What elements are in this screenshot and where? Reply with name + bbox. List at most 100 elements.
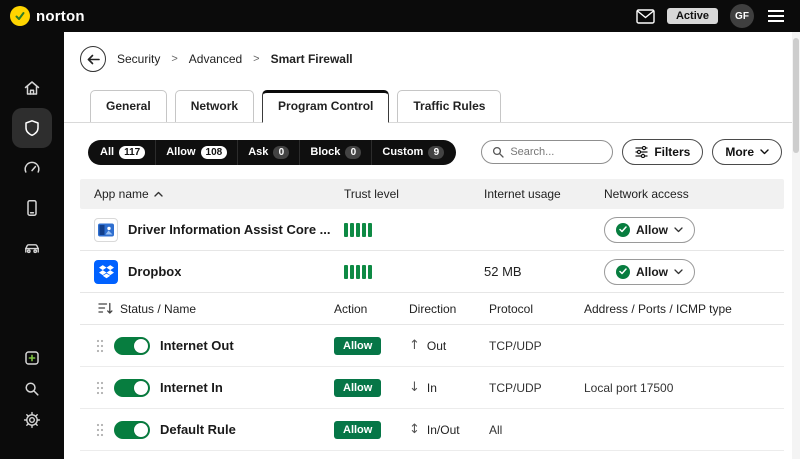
count-badge: 108 (201, 146, 228, 159)
rule-toggle[interactable] (114, 421, 150, 439)
app-name-header[interactable]: App name (94, 187, 344, 201)
count-badge: 0 (273, 146, 289, 159)
breadcrumb: Security > Advanced > Smart Firewall (80, 46, 800, 72)
filter-pill-custom[interactable]: Custom 9 (371, 140, 454, 165)
sidebar-item-search[interactable] (12, 373, 52, 404)
filters-button[interactable]: Filters (622, 139, 703, 165)
brand-wordmark: norton (36, 8, 85, 25)
filter-pill-allow[interactable]: Allow 108 (155, 140, 237, 165)
allow-check-icon (616, 223, 630, 237)
action-header: Action (334, 302, 409, 316)
sort-asc-icon (154, 191, 163, 197)
direction-in-icon: ↓ (409, 380, 420, 395)
count-badge: 117 (119, 146, 145, 159)
sidebar (0, 32, 64, 459)
more-button[interactable]: More (712, 139, 782, 165)
phone-icon (22, 198, 42, 218)
search-box[interactable] (481, 140, 613, 164)
toolbar: All 117 Allow 108 Ask 0 Block 0 (88, 139, 782, 165)
car-icon (22, 238, 42, 258)
allow-check-icon (616, 265, 630, 279)
rule-row: Default Rule Allow ↕In/Out All (80, 409, 784, 451)
rule-row: Internet Out Allow ↑Out TCP/UDP (80, 325, 784, 367)
tab-network[interactable]: Network (175, 90, 254, 122)
action-badge: Allow (334, 337, 381, 355)
add-box-icon (22, 348, 42, 368)
home-icon (22, 78, 42, 98)
rule-toggle[interactable] (114, 379, 150, 397)
filter-pill-block[interactable]: Block 0 (299, 140, 371, 165)
tab-program-control[interactable]: Program Control (262, 90, 389, 123)
app-window: norton Active GF (0, 0, 800, 459)
action-badge: Allow (334, 379, 381, 397)
main-content: Security > Advanced > Smart Firewall Gen… (64, 32, 800, 459)
breadcrumb-current: Smart Firewall (271, 52, 353, 66)
tab-bar: General Network Program Control Traffic … (64, 90, 800, 123)
filter-pill-all[interactable]: All 117 (90, 140, 155, 165)
app-row[interactable]: Dropbox 52 MB Allow (80, 251, 784, 293)
network-access-dropdown[interactable]: Allow (604, 217, 695, 243)
sidebar-item-driving[interactable] (12, 228, 52, 268)
app-row[interactable]: Driver Information Assist Core ... Allow (80, 209, 784, 251)
filter-pill-group: All 117 Allow 108 Ask 0 Block 0 (88, 140, 456, 165)
trust-level-bars (344, 223, 484, 237)
shield-icon (22, 118, 42, 138)
toolbar-controls: Filters More (481, 139, 782, 165)
drag-handle-icon[interactable] (96, 422, 104, 438)
address-value: Local port 17500 (584, 381, 784, 395)
drag-handle-icon[interactable] (96, 338, 104, 354)
network-access-header: Network access (604, 187, 784, 201)
back-button[interactable] (80, 46, 106, 72)
sidebar-item-add-device[interactable] (12, 342, 52, 373)
tab-general[interactable]: General (90, 90, 167, 122)
direction-header: Direction (409, 302, 489, 316)
rule-name: Internet In (160, 380, 223, 395)
direction-out-icon: ↑ (409, 338, 420, 353)
protocol-value: TCP/UDP (489, 381, 584, 395)
rule-toggle[interactable] (114, 337, 150, 355)
breadcrumb-advanced[interactable]: Advanced (189, 52, 242, 66)
internet-usage-header: Internet usage (484, 187, 604, 201)
sidebar-item-performance[interactable] (12, 148, 52, 188)
breadcrumb-separator: > (253, 53, 259, 65)
gauge-icon (22, 158, 42, 178)
sort-filter-icon[interactable] (98, 302, 113, 315)
filters-icon (635, 146, 648, 158)
rules-header: Status / Name Action Direction Protocol … (80, 293, 784, 325)
app-name: Driver Information Assist Core ... (128, 222, 331, 237)
drag-handle-icon[interactable] (96, 380, 104, 396)
filter-pill-ask[interactable]: Ask 0 (237, 140, 299, 165)
body: Security > Advanced > Smart Firewall Gen… (0, 32, 800, 459)
breadcrumb-security[interactable]: Security (117, 52, 160, 66)
protocol-value: TCP/UDP (489, 339, 584, 353)
search-icon (492, 146, 504, 158)
gear-icon (22, 410, 42, 430)
topbar: norton Active GF (0, 0, 800, 32)
chevron-down-icon (674, 227, 683, 233)
scrollbar-thumb[interactable] (793, 38, 799, 153)
count-badge: 0 (345, 146, 361, 159)
address-header: Address / Ports / ICMP type (584, 302, 784, 316)
program-table: App name Trust level Internet usage Netw… (80, 179, 784, 451)
norton-brand: norton (10, 6, 85, 26)
chevron-down-icon (674, 269, 683, 275)
trust-level-bars (344, 265, 484, 279)
network-access-dropdown[interactable]: Allow (604, 259, 695, 285)
rule-name: Internet Out (160, 338, 234, 353)
sidebar-item-privacy[interactable] (12, 188, 52, 228)
search-icon (22, 379, 42, 399)
sidebar-item-security[interactable] (12, 108, 52, 148)
table-header: App name Trust level Internet usage Netw… (80, 179, 784, 209)
internet-usage-value: 52 MB (484, 264, 604, 279)
trust-level-header: Trust level (344, 187, 484, 201)
search-input[interactable] (510, 146, 602, 158)
tab-traffic-rules[interactable]: Traffic Rules (397, 90, 501, 122)
driver-app-icon (94, 218, 118, 242)
sidebar-item-home[interactable] (12, 68, 52, 108)
avatar[interactable]: GF (730, 4, 754, 28)
mail-icon[interactable] (636, 9, 655, 24)
protocol-value: All (489, 423, 584, 437)
scrollbar-track[interactable] (792, 32, 800, 459)
sidebar-item-settings[interactable] (12, 404, 52, 435)
menu-icon[interactable] (766, 8, 786, 24)
